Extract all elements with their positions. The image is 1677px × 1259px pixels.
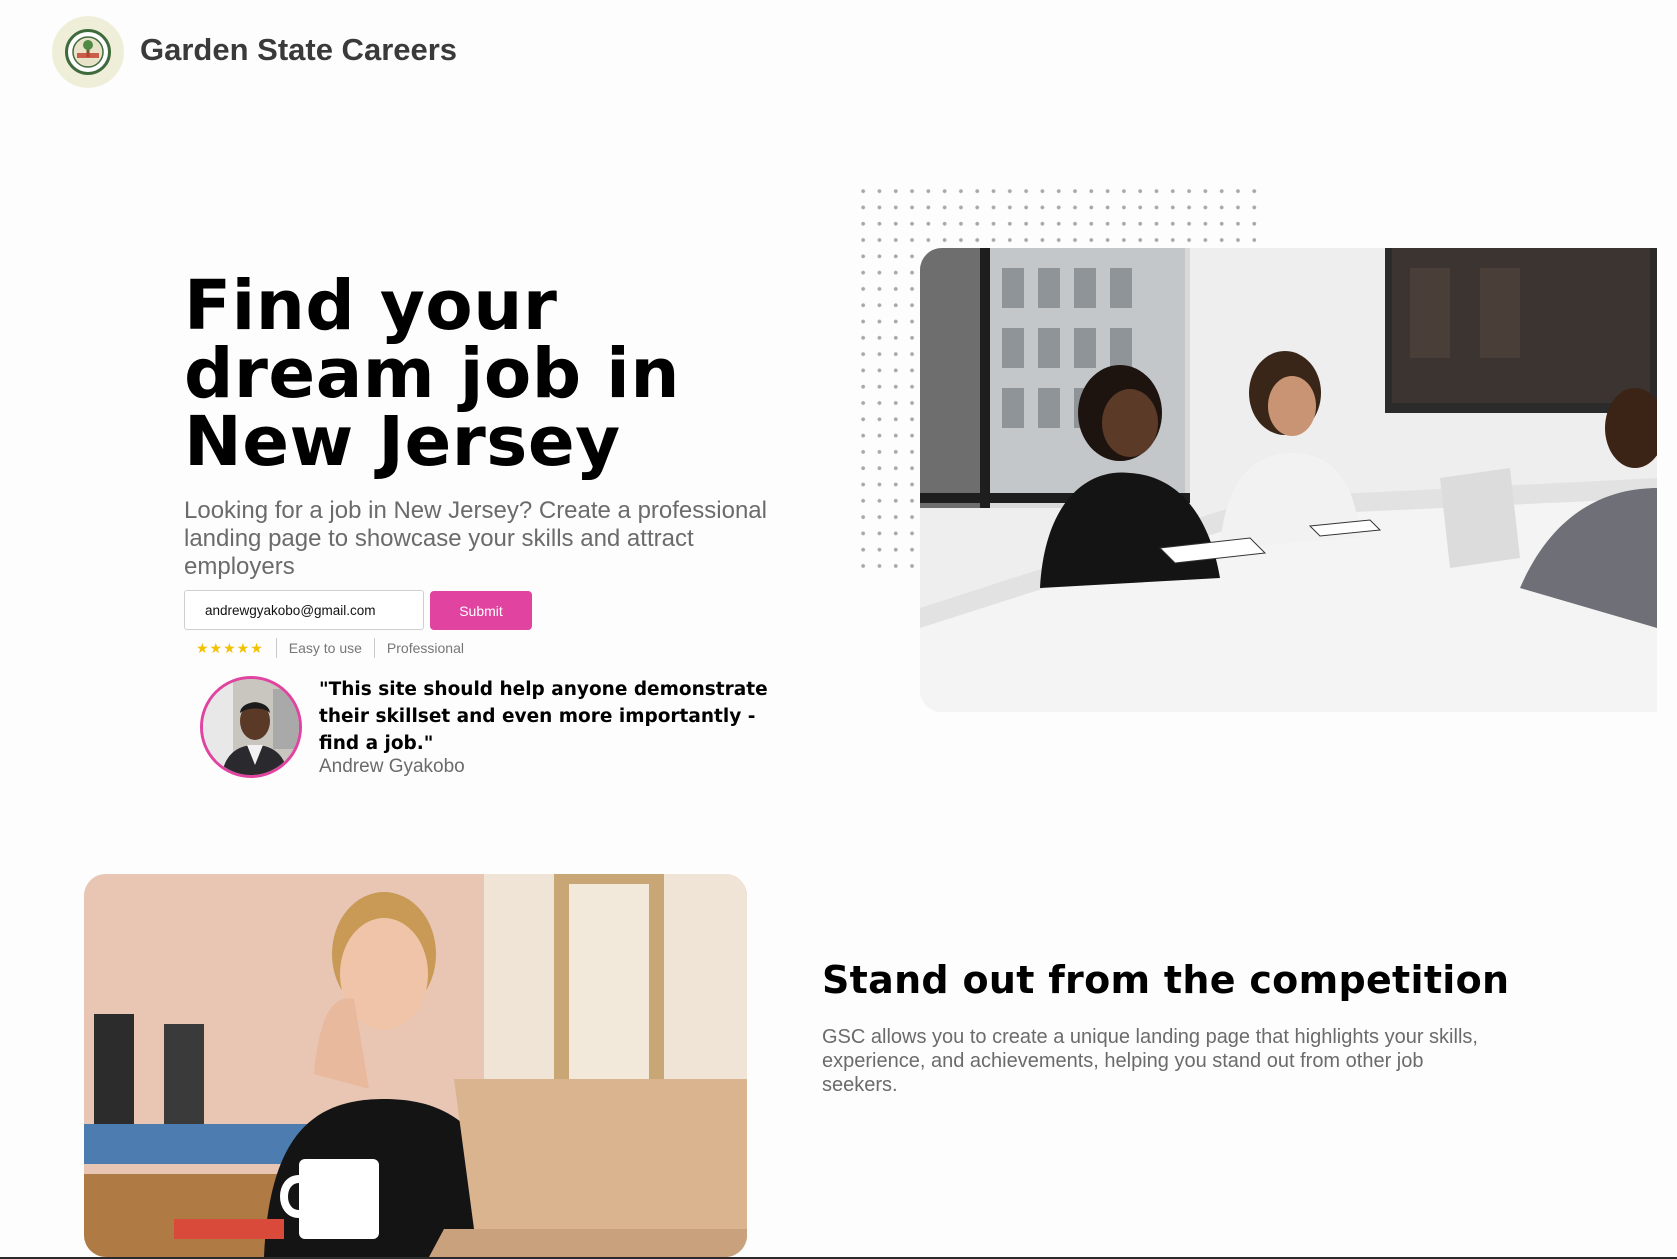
email-input[interactable] [184,590,424,630]
person-avatar-icon [203,679,299,775]
divider [373,638,375,658]
rating-row: ★★★★★ Easy to use Professional [196,638,464,658]
tag-professional: Professional [386,640,464,656]
office-meeting-photo [920,248,1657,712]
submit-button[interactable]: Submit [430,591,532,630]
divider [275,638,277,658]
feature-text: GSC allows you to create a unique landin… [822,1026,1478,1096]
brand-name[interactable]: Garden State Careers [140,32,457,68]
hero-subtitle: Looking for a job in New Jersey? Create … [184,497,767,580]
testimonial-author: Andrew Gyakobo [319,756,465,777]
rating-stars-icon: ★★★★★ [196,639,264,656]
testimonial-quote: "This site should help anyone demonstrat… [319,679,768,754]
tag-easy-to-use: Easy to use [288,640,362,656]
woman-at-laptop-photo [84,874,747,1257]
garden-state-seal-icon [65,29,111,75]
testimonial-avatar [200,676,302,778]
site-logo[interactable] [52,16,124,88]
feature-title: Stand out from the competition [822,958,1510,1002]
hero-title: Find your dream job in New Jersey [184,266,680,482]
